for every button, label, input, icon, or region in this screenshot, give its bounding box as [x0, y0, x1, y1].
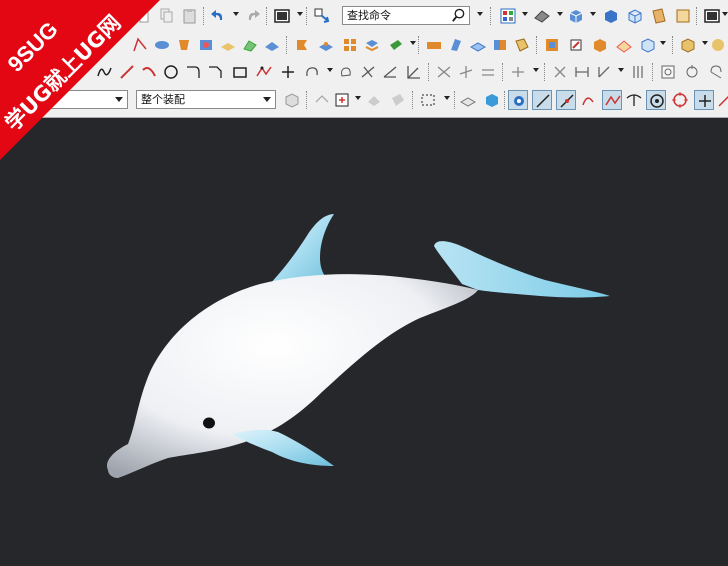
- constraint-icon[interactable]: [434, 62, 454, 82]
- snap-center-icon[interactable]: [646, 90, 666, 110]
- display-constraint-icon[interactable]: [478, 62, 498, 82]
- move-face-icon[interactable]: [566, 35, 586, 55]
- trim-curve-icon[interactable]: [358, 62, 378, 82]
- selection-scope-dropdown-icon[interactable]: [355, 96, 361, 100]
- wireframe-cube-icon[interactable]: [625, 6, 645, 26]
- offset-curve-dropdown-icon[interactable]: [327, 68, 333, 72]
- cube-view-icon[interactable]: [601, 6, 621, 26]
- pattern-icon[interactable]: [340, 35, 360, 55]
- snap-all-icon[interactable]: [508, 90, 528, 110]
- snap-on-curve-icon[interactable]: [716, 90, 728, 110]
- paste-icon[interactable]: [180, 6, 200, 26]
- select-body-icon[interactable]: [388, 90, 408, 110]
- replace-face-icon[interactable]: [512, 35, 532, 55]
- render-style-dropdown-icon[interactable]: [557, 12, 563, 16]
- snap-midpoint-icon[interactable]: [556, 90, 576, 110]
- snap-tangent-icon[interactable]: [624, 90, 644, 110]
- make-symmetric-icon[interactable]: [508, 62, 528, 82]
- snap-intersection-icon[interactable]: [602, 90, 622, 110]
- dolphin-model[interactable]: [0, 118, 728, 563]
- circle-icon[interactable]: [161, 62, 181, 82]
- combine-icon[interactable]: [362, 35, 382, 55]
- trim-body-icon[interactable]: [386, 35, 406, 55]
- undo-icon[interactable]: [208, 6, 228, 26]
- command-finder-icon[interactable]: [312, 6, 332, 26]
- snap-point-icon[interactable]: [312, 90, 332, 110]
- symmetric-dropdown-icon[interactable]: [533, 68, 539, 72]
- search-dropdown-icon[interactable]: [477, 12, 483, 16]
- vertical-dimension-icon[interactable]: [628, 62, 648, 82]
- fillet-icon[interactable]: [183, 62, 203, 82]
- dimension-dropdown-icon[interactable]: [618, 68, 624, 72]
- pad-icon[interactable]: [316, 35, 336, 55]
- polyline-icon[interactable]: [254, 62, 274, 82]
- view-layout-dropdown-icon[interactable]: [522, 12, 528, 16]
- window-dropdown-icon[interactable]: [297, 12, 303, 16]
- update-model-icon[interactable]: [706, 62, 726, 82]
- snap-control-point-icon[interactable]: [578, 90, 598, 110]
- boss-icon[interactable]: [218, 35, 238, 55]
- show-hide-icon[interactable]: [458, 90, 478, 110]
- shaded-cube-dropdown-icon[interactable]: [590, 12, 596, 16]
- extrude-icon[interactable]: [292, 35, 312, 55]
- display-mode-icon[interactable]: [702, 6, 722, 26]
- reattach-icon[interactable]: [682, 62, 702, 82]
- dimension-icon[interactable]: [572, 62, 592, 82]
- display-mode-dropdown-icon[interactable]: [722, 12, 728, 16]
- blend-icon[interactable]: [240, 35, 260, 55]
- shaded-cube-icon[interactable]: [566, 6, 586, 26]
- pattern-curve-icon[interactable]: [336, 62, 356, 82]
- graphics-viewport[interactable]: [0, 118, 728, 563]
- draft-icon[interactable]: [446, 35, 466, 55]
- extend-curve-icon[interactable]: [380, 62, 400, 82]
- pull-face-icon[interactable]: [590, 35, 610, 55]
- hole-icon[interactable]: [196, 35, 216, 55]
- selection-scope-icon[interactable]: [332, 90, 352, 110]
- point-icon[interactable]: [278, 62, 298, 82]
- auto-constraint-icon[interactable]: [456, 62, 476, 82]
- corner-icon[interactable]: [404, 62, 424, 82]
- sync-modeling-icon[interactable]: [542, 35, 562, 55]
- rectangle-icon[interactable]: [230, 62, 250, 82]
- revolve-icon[interactable]: [174, 35, 194, 55]
- rectangle-select-dropdown-icon[interactable]: [444, 96, 450, 100]
- chevron-down-icon: [263, 97, 271, 102]
- snap-existing-point-icon[interactable]: [694, 90, 714, 110]
- snap-quadrant-icon[interactable]: [670, 90, 690, 110]
- edit-section-icon[interactable]: [673, 6, 693, 26]
- trim-body-dropdown-icon[interactable]: [410, 41, 416, 45]
- blue-cube-icon[interactable]: [482, 90, 502, 110]
- offset-face-icon[interactable]: [424, 35, 444, 55]
- window-icon[interactable]: [272, 6, 292, 26]
- pectoral-fin: [232, 429, 334, 466]
- shaded-view-dropdown-icon[interactable]: [660, 41, 666, 45]
- chamfer-sketch-icon[interactable]: [205, 62, 225, 82]
- search-icon[interactable]: [451, 8, 466, 23]
- command-search-placeholder: 查找命令: [347, 9, 391, 22]
- redo-icon[interactable]: [243, 6, 263, 26]
- dolphin-eye: [203, 417, 215, 429]
- assembly-icon[interactable]: [678, 35, 698, 55]
- face-icon[interactable]: [468, 35, 488, 55]
- section-icon[interactable]: [649, 6, 669, 26]
- undo-dropdown-icon[interactable]: [233, 12, 239, 16]
- mirror-icon[interactable]: [490, 35, 510, 55]
- shell-icon[interactable]: [262, 35, 282, 55]
- command-search-input[interactable]: 查找命令: [342, 6, 470, 25]
- assembly-filter-icon[interactable]: [282, 90, 302, 110]
- component-icon[interactable]: [708, 35, 728, 55]
- inferred-dimension-icon[interactable]: [594, 62, 614, 82]
- render-style-icon[interactable]: [532, 6, 552, 26]
- snap-endpoint-icon[interactable]: [532, 90, 552, 110]
- select-feature-icon[interactable]: [364, 90, 384, 110]
- sketch-settings-icon[interactable]: [658, 62, 678, 82]
- alternate-solution-icon[interactable]: [550, 62, 570, 82]
- shaded-view-icon[interactable]: [638, 35, 658, 55]
- rectangle-select-icon[interactable]: [418, 90, 438, 110]
- delete-face-icon[interactable]: [614, 35, 634, 55]
- offset-curve-icon[interactable]: [302, 62, 322, 82]
- view-layout-icon[interactable]: [498, 6, 518, 26]
